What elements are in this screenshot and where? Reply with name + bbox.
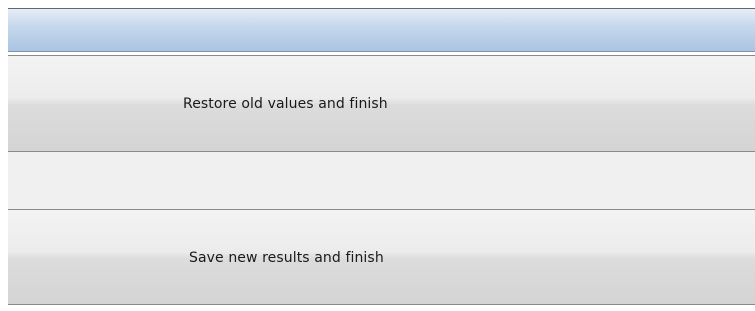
save-new-results-label: Save new results and finish (189, 250, 384, 266)
restore-old-values-button[interactable]: Restore old values and finish (8, 55, 755, 152)
page-bottom-margin (0, 305, 755, 311)
button-separator-panel (8, 152, 755, 209)
restore-old-values-label: Restore old values and finish (183, 96, 388, 112)
title-bar (8, 8, 755, 52)
save-new-results-button[interactable]: Save new results and finish (8, 209, 755, 305)
